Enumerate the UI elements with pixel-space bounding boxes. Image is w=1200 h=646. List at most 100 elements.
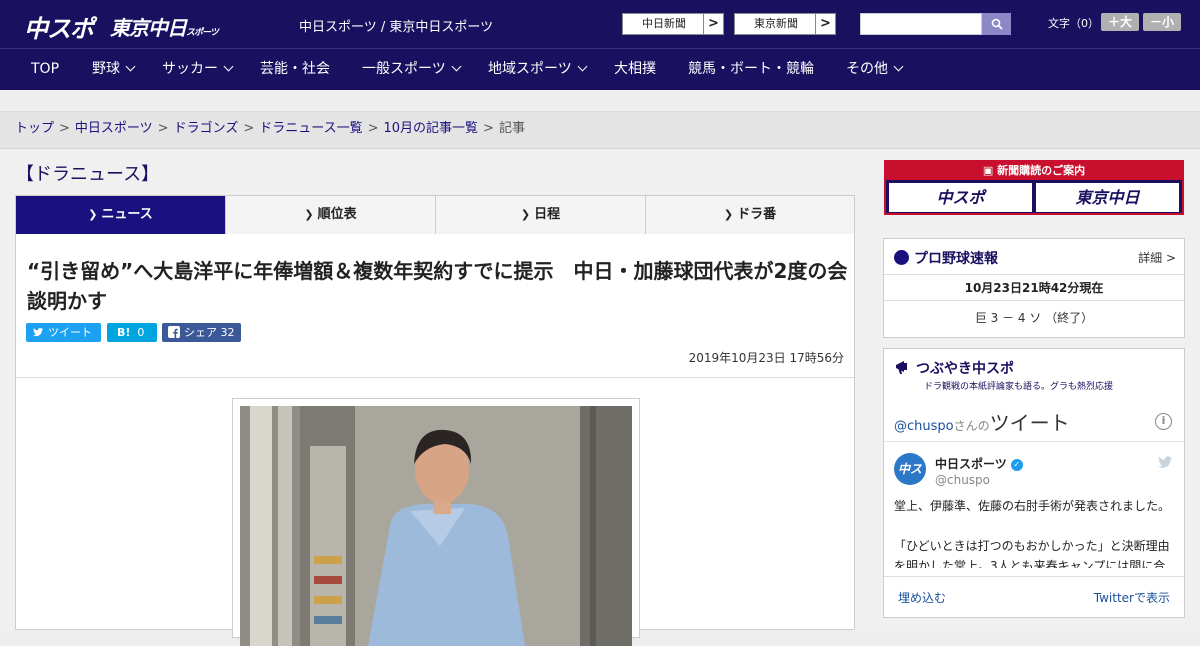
subscribe-tokyo-button[interactable]: 東京中日 [1036, 183, 1179, 212]
megaphone-icon [896, 361, 907, 374]
section-tabs: ❯ ニュース ❯ 順位表 ❯ 日程 ❯ ドラ番 [15, 195, 855, 241]
tweet-button-label: ツイート [48, 326, 92, 339]
tab-standings[interactable]: ❯ 順位表 [226, 196, 436, 234]
nav-item-baseball[interactable]: 野球 [92, 49, 136, 90]
nav-item-top[interactable]: TOP [31, 49, 59, 90]
chevron-down-icon [577, 61, 588, 72]
twitter-bird-icon[interactable] [1156, 455, 1174, 469]
verified-icon: ✓ [1010, 459, 1023, 471]
newspaper-icon: ▣ [982, 164, 998, 177]
facebook-icon [168, 326, 180, 338]
scores-more-link[interactable]: 詳細 > [1138, 249, 1176, 266]
nav-item-label: 大相撲 [614, 61, 656, 77]
breadcrumb-separator: > [157, 121, 169, 136]
chevron-down-icon [223, 61, 234, 72]
tweets-by-san: さんの [953, 419, 990, 433]
breadcrumb-link[interactable]: トップ [15, 121, 54, 136]
font-size-label: 文字（0） [1048, 17, 1099, 30]
chevron-right-icon: ❯ [520, 208, 531, 221]
nav-item-label: 野球 [92, 61, 120, 77]
twitter-widget-title: つぶやき中スポ [916, 361, 1014, 377]
breadcrumb-separator: > [243, 121, 255, 136]
nav-item-regional-sports[interactable]: 地域スポーツ [488, 49, 588, 90]
nav-item-racing[interactable]: 競馬・ボート・競輪 [688, 49, 814, 90]
chevron-right-icon: > [703, 14, 723, 34]
chevron-down-icon [451, 61, 462, 72]
article-photo[interactable] [240, 406, 632, 646]
twitter-handle-link[interactable]: @chuspo [894, 419, 954, 434]
search-input[interactable] [860, 13, 982, 35]
embed-link[interactable]: 埋め込む [898, 589, 946, 606]
tokyo-chunichi-logo[interactable]: 東京中日スポーツ [110, 12, 219, 41]
nav-item-soccer[interactable]: サッカー [162, 49, 234, 90]
info-icon[interactable]: i [1155, 413, 1172, 430]
view-on-twitter-link[interactable]: Twitterで表示 [1094, 589, 1170, 606]
breadcrumb-separator: > [367, 121, 379, 136]
tab-schedule[interactable]: ❯ 日程 [436, 196, 646, 234]
tweet-author-handle[interactable]: @chuspo [935, 473, 990, 487]
chunichi-shimbun-label: 中日新聞 [642, 17, 686, 30]
tab-label: 日程 [534, 207, 561, 222]
breadcrumb-link[interactable]: ドラニュース一覧 [259, 121, 362, 136]
chunichi-shimbun-link[interactable]: 中日新聞 > [622, 13, 724, 35]
photo-illustration [240, 406, 632, 646]
hatena-icon: B! [117, 326, 131, 339]
tweet-author-name: 中日スポーツ [935, 457, 1007, 471]
nav-item-entertainment[interactable]: 芸能・社会 [260, 49, 330, 90]
facebook-share-button[interactable]: シェア 32 [162, 323, 241, 342]
hatena-bookmark-button[interactable]: B! 0 [107, 323, 157, 342]
breadcrumb-separator: > [483, 121, 494, 136]
font-bigger-button[interactable]: ＋大 [1101, 13, 1139, 31]
publish-date: 2019年10月23日 17時56分 [688, 351, 844, 365]
twitter-widget-subtitle: ドラ観戦の本紙評論家も語る。グラも熱烈応援 [924, 382, 1114, 392]
tab-news[interactable]: ❯ ニュース [16, 196, 226, 241]
scores-header: プロ野球速報 詳細 > [884, 239, 1184, 275]
search-button[interactable] [982, 13, 1011, 35]
divider [16, 377, 854, 378]
subscribe-chuspo-button[interactable]: 中スポ [889, 183, 1032, 212]
scores-title: プロ野球速報 [914, 251, 998, 267]
chevron-right-icon: ❯ [723, 208, 734, 221]
breadcrumb-link[interactable]: 10月の記事一覧 [384, 121, 479, 136]
subscription-title: ▣ 新聞購読のご案内 [886, 162, 1182, 180]
nav-item-label: その他 [846, 61, 888, 77]
tab-label: 順位表 [317, 207, 357, 222]
chevron-right-icon: ❯ [304, 208, 314, 221]
tab-reporter[interactable]: ❯ ドラ番 [646, 196, 854, 234]
nav-item-other[interactable]: その他 [846, 49, 904, 90]
twitter-bird-icon [33, 327, 43, 337]
search-icon [991, 18, 1003, 30]
breadcrumb-link[interactable]: ドラゴンズ [174, 121, 239, 136]
tab-label: ニュース [101, 207, 153, 222]
nav-item-label: サッカー [162, 61, 218, 77]
chevron-down-icon [893, 61, 904, 72]
score-line[interactable]: 巨 3 － 4 ソ （終了） [884, 309, 1184, 326]
scores-timestamp: 10月23日21時42分現在 [884, 279, 1184, 301]
nav-item-label: 一般スポーツ [362, 61, 446, 77]
font-smaller-button[interactable]: －小 [1143, 13, 1181, 31]
tweet-author[interactable]: 中日スポーツ ✓ [935, 455, 1023, 472]
tweets-by-heading: @chuspoさんのツイート [894, 407, 1070, 436]
tokyo-logo-text: 東京中日 [110, 16, 187, 40]
chevron-right-icon: > [815, 14, 835, 34]
twitter-widget: つぶやき中スポ ドラ観戦の本紙評論家も語る。グラも熱烈応援 @chuspoさんの… [883, 348, 1185, 618]
facebook-share-label: シェア [184, 326, 217, 339]
tab-label: ドラ番 [737, 207, 777, 222]
tweet-text: 堂上、伊藤準、佐藤の右肘手術が発表されました。 「ひどいときは打つのもおかしかっ… [894, 496, 1176, 568]
facebook-share-count: 32 [220, 326, 235, 339]
nav-item-label: 芸能・社会 [260, 61, 330, 77]
nav-item-general-sports[interactable]: 一般スポーツ [362, 49, 462, 90]
chuspo-logo[interactable]: 中スポ [24, 9, 94, 44]
chevron-down-icon [125, 61, 136, 72]
subscription-title-text: 新聞購読のご案内 [997, 164, 1086, 177]
tweet-paragraph: 「ひどいときは打つのもおかしかった」と決断理由を明かした堂上。3人とも来春キャン… [894, 539, 1170, 568]
tweet-paragraph: 堂上、伊藤準、佐藤の右肘手術が発表されました。 [894, 499, 1171, 513]
avatar[interactable]: 中スポ [894, 453, 926, 508]
tweets-by-label: ツイート [989, 411, 1070, 435]
nav-item-sumo[interactable]: 大相撲 [614, 49, 656, 90]
nav-item-label: 地域スポーツ [488, 61, 572, 77]
tokyo-shimbun-link[interactable]: 東京新聞 > [734, 13, 836, 35]
breadcrumb-link[interactable]: 中日スポーツ [75, 121, 153, 136]
subscription-banner[interactable]: ▣ 新聞購読のご案内 中スポ 東京中日 [884, 160, 1184, 215]
tweet-button[interactable]: ツイート [26, 323, 101, 342]
